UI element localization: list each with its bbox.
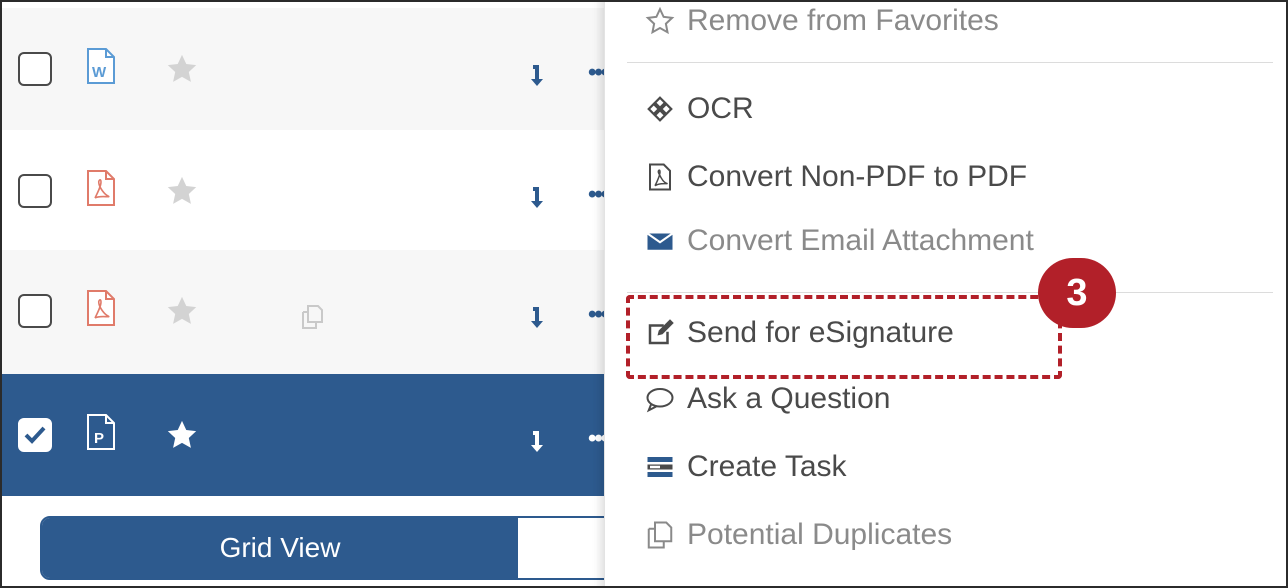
list-view-button[interactable] xyxy=(518,518,618,578)
crosshair-icon xyxy=(645,94,679,124)
star-outline-icon xyxy=(645,6,679,36)
grid-view-button[interactable]: Grid View xyxy=(42,518,518,578)
screenshot-frame: W ••• ••• ••• P ••• Grid View Remove fro… xyxy=(0,0,1288,588)
menu-divider xyxy=(627,62,1273,63)
menu-item-label: Convert Email Attachment xyxy=(687,224,1034,257)
publisher-file-icon: P xyxy=(87,414,115,450)
duplicates-icon xyxy=(302,305,323,329)
menu-item-label: Ask a Question xyxy=(687,382,891,415)
step-highlight-box xyxy=(626,295,1062,379)
favorite-star-icon[interactable] xyxy=(164,418,200,452)
row-checkbox-checked[interactable] xyxy=(18,418,52,452)
view-toggle: Grid View xyxy=(40,516,620,580)
menu-item-ask-question[interactable]: Ask a Question xyxy=(645,382,890,416)
checkmark-icon xyxy=(24,426,46,444)
context-menu: Remove from Favorites OCR Convert Non-PD… xyxy=(604,2,1286,586)
favorite-star-icon[interactable] xyxy=(164,294,200,328)
task-icon xyxy=(645,452,679,482)
row-checkbox[interactable] xyxy=(18,52,52,86)
menu-item-potential-duplicates[interactable]: Potential Duplicates xyxy=(645,518,952,552)
download-arrow-icon[interactable] xyxy=(530,304,546,330)
menu-item-label: Remove from Favorites xyxy=(687,4,999,37)
menu-item-label: Potential Duplicates xyxy=(687,518,953,551)
menu-item-ocr[interactable]: OCR xyxy=(645,92,754,126)
menu-item-create-task[interactable]: Create Task xyxy=(645,450,847,484)
favorite-star-icon[interactable] xyxy=(164,52,200,86)
pdf-file-icon xyxy=(87,290,115,326)
menu-divider xyxy=(627,292,1273,293)
speech-bubble-icon xyxy=(645,384,679,414)
menu-item-label: Create Task xyxy=(687,450,847,483)
menu-item-remove-favorites[interactable]: Remove from Favorites xyxy=(645,4,999,38)
menu-item-convert-pdf[interactable]: Convert Non-PDF to PDF xyxy=(645,160,1027,194)
menu-item-label: OCR xyxy=(687,92,754,125)
table-row-selected[interactable]: P ••• xyxy=(2,374,612,496)
menu-item-convert-email[interactable]: Convert Email Attachment xyxy=(645,224,1034,258)
svg-text:P: P xyxy=(94,430,104,447)
favorite-star-icon[interactable] xyxy=(164,174,200,208)
row-checkbox[interactable] xyxy=(18,294,52,328)
download-arrow-icon[interactable] xyxy=(530,428,546,454)
menu-item-label: Convert Non-PDF to PDF xyxy=(687,160,1028,193)
duplicates-icon xyxy=(645,520,679,550)
envelope-icon xyxy=(645,226,679,256)
table-row[interactable]: W ••• xyxy=(2,8,612,130)
table-row[interactable]: ••• xyxy=(2,250,612,374)
download-arrow-icon[interactable] xyxy=(530,184,546,210)
pdf-file-icon xyxy=(87,170,115,206)
svg-text:W: W xyxy=(92,64,107,81)
word-file-icon: W xyxy=(87,48,115,84)
pdf-file-icon xyxy=(645,162,679,192)
step-number-badge: 3 xyxy=(1038,258,1116,328)
row-checkbox[interactable] xyxy=(18,174,52,208)
download-arrow-icon[interactable] xyxy=(530,62,546,88)
table-row[interactable]: ••• xyxy=(2,130,612,250)
